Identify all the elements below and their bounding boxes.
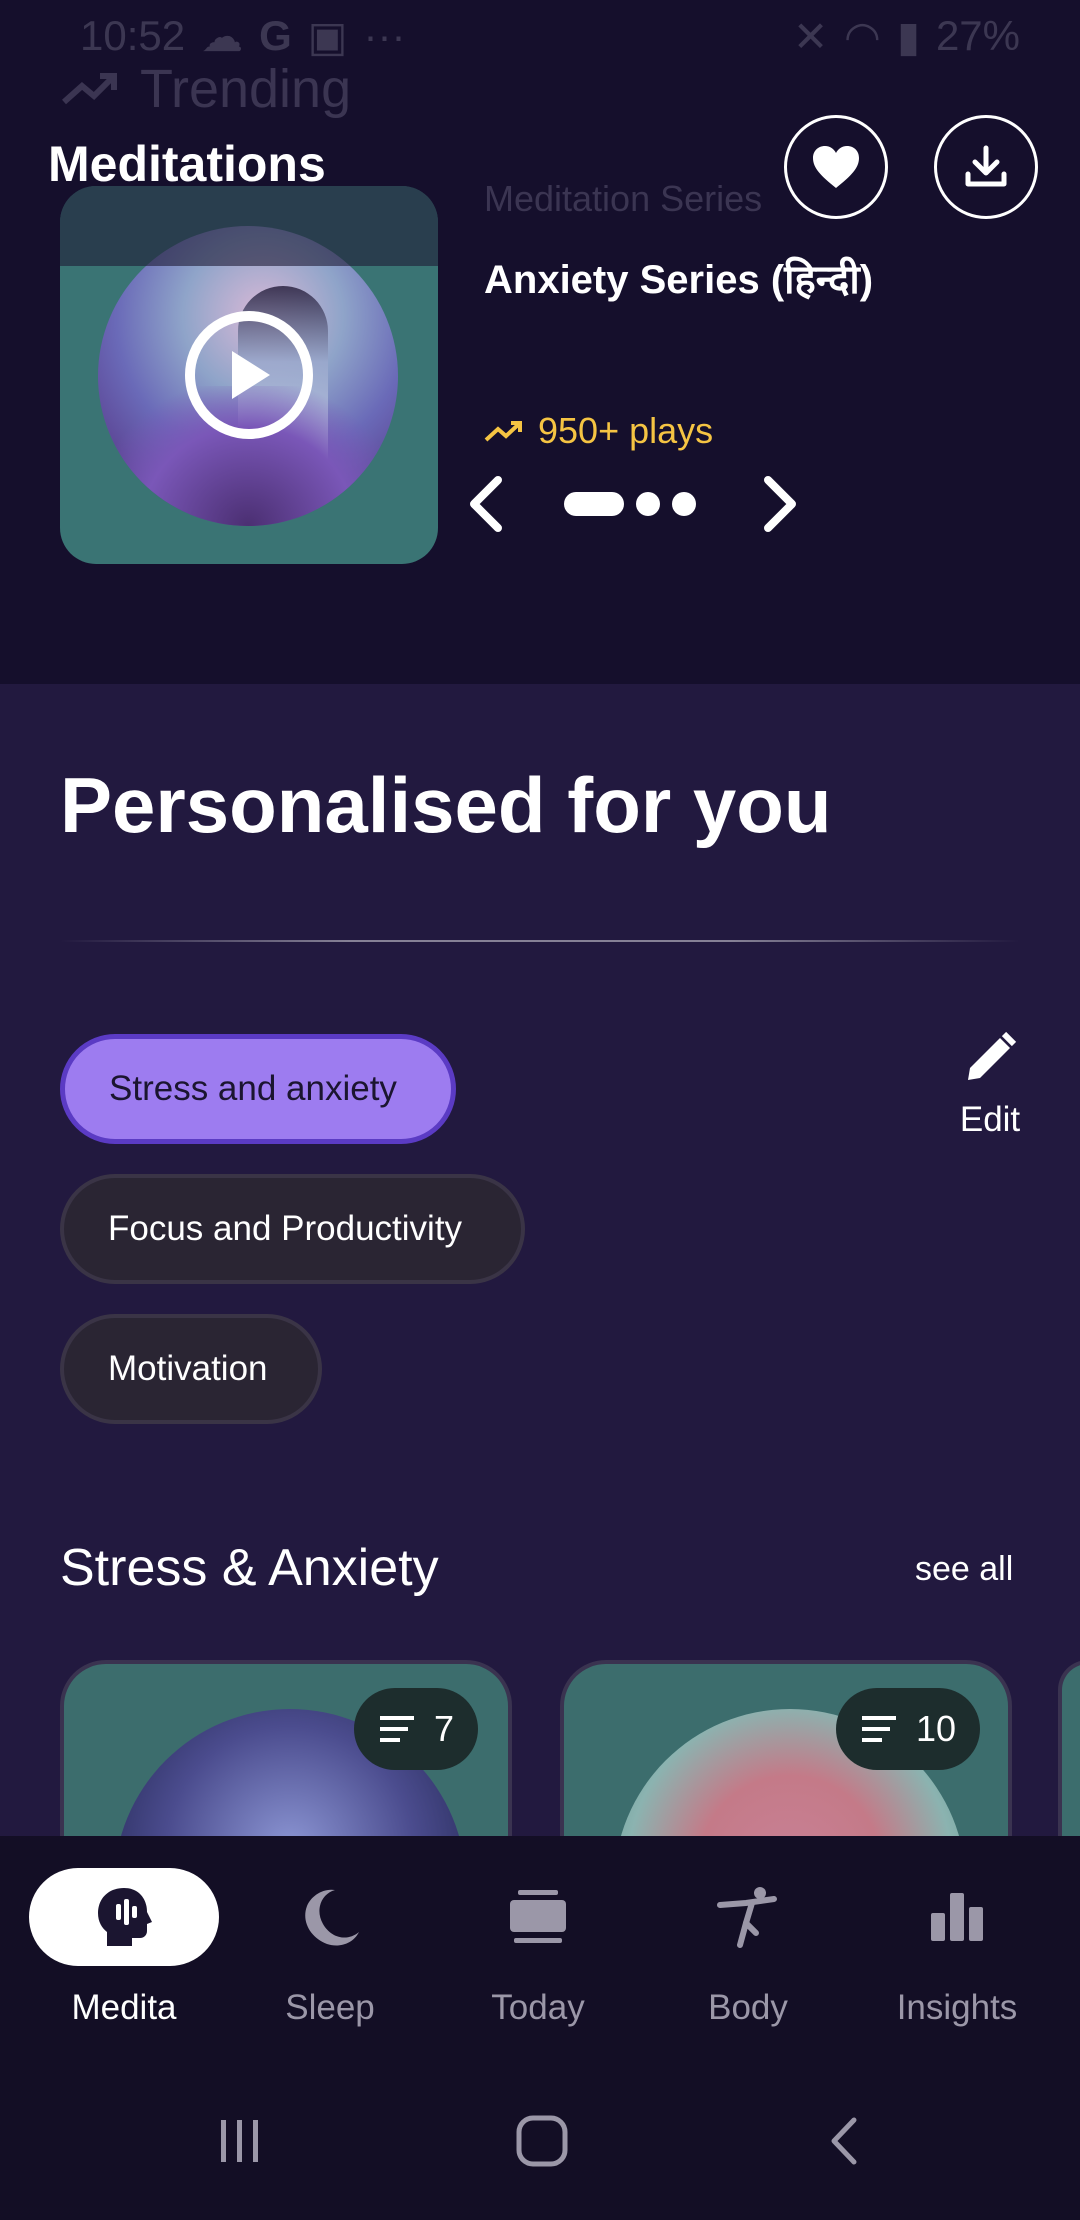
- home-button[interactable]: [502, 2106, 582, 2176]
- chevron-right-icon: [764, 476, 796, 532]
- recents-button[interactable]: [200, 2106, 280, 2176]
- series-title[interactable]: Anxiety Series (हिन्दी): [484, 250, 873, 305]
- see-all-link[interactable]: see all: [915, 1550, 1013, 1589]
- trending-up-icon: [484, 421, 522, 442]
- yoga-pose-icon: [717, 1887, 777, 1948]
- carousel-next-button[interactable]: [750, 474, 806, 534]
- nav-body[interactable]: Body: [648, 1868, 848, 2038]
- plays-count: 950+ plays: [484, 410, 713, 452]
- list-icon: [862, 1716, 896, 1742]
- nav-icon-pill: [29, 1868, 219, 1966]
- play-button[interactable]: [185, 311, 313, 439]
- divider: [60, 940, 1020, 942]
- mute-icon: ✕: [792, 12, 829, 60]
- back-button[interactable]: [804, 2106, 884, 2176]
- nav-sleep[interactable]: Sleep: [230, 1868, 430, 2038]
- stress-anxiety-title: Stress & Anxiety: [60, 1539, 439, 1597]
- meditation-head-icon: [98, 1888, 152, 1946]
- nav-icon-pill: [653, 1868, 843, 1966]
- chip-label: Motivation: [108, 1349, 268, 1388]
- carousel-prev-button[interactable]: [460, 474, 516, 534]
- moon-icon: [305, 1889, 359, 1946]
- nav-icon-pill: [443, 1868, 633, 1966]
- track-count: 10: [916, 1708, 957, 1749]
- chip-focus-and-productivity[interactable]: Focus and Productivity: [60, 1174, 525, 1284]
- cloud-icon: ☁: [201, 12, 244, 60]
- nav-label: Medita: [71, 1988, 177, 2027]
- nav-icon-pill: [862, 1868, 1052, 1966]
- chevron-left-icon: [470, 476, 502, 532]
- edit-button[interactable]: Edit: [940, 1030, 1040, 1160]
- nav-icon-pill: [235, 1868, 425, 1966]
- heart-icon: [813, 146, 859, 188]
- artwork-overlay: [60, 186, 438, 266]
- carousel-dot-active[interactable]: [564, 492, 624, 516]
- list-icon: [380, 1716, 414, 1742]
- track-count: 7: [434, 1708, 455, 1749]
- nav-label: Today: [491, 1988, 585, 2027]
- nav-today[interactable]: Today: [438, 1868, 638, 2038]
- favorites-button[interactable]: [784, 115, 888, 219]
- google-icon: G: [259, 12, 292, 59]
- pencil-icon: [968, 1031, 1017, 1080]
- personalised-title: Personalised for you: [60, 761, 832, 849]
- play-icon: [232, 351, 270, 399]
- battery-level: 27%: [935, 12, 1020, 59]
- home-icon: [516, 2115, 568, 2167]
- recents-icon: [221, 2120, 258, 2162]
- nav-label: Sleep: [285, 1988, 375, 2027]
- stack-icon: [510, 1890, 566, 1943]
- nav-insights[interactable]: Insights: [857, 1868, 1057, 2038]
- nav-label: Insights: [896, 1988, 1018, 2027]
- nav-meditations[interactable]: Medita: [24, 1868, 224, 2038]
- system-nav-bar: [0, 2056, 1080, 2220]
- download-icon: [965, 145, 1007, 187]
- carousel-dot[interactable]: [636, 492, 660, 516]
- chip-label: Focus and Productivity: [108, 1209, 463, 1248]
- back-icon: [831, 2117, 857, 2165]
- carousel-controls: [460, 468, 810, 538]
- more-icon: ···: [363, 12, 406, 59]
- carousel-dot[interactable]: [672, 492, 696, 516]
- bottom-nav: Medita Sleep Today Body Insights: [0, 1836, 1080, 2056]
- chip-label: Stress and anxiety: [109, 1069, 397, 1108]
- teams-icon: ▣: [307, 12, 348, 60]
- track-count-badge: 10: [836, 1688, 981, 1770]
- plays-text: 950+ plays: [538, 410, 714, 451]
- edit-label: Edit: [959, 1100, 1021, 1139]
- series-kicker: Meditation Series: [484, 178, 763, 219]
- page-title: Meditations: [48, 136, 326, 192]
- trending-up-icon: [62, 73, 117, 105]
- downloads-button[interactable]: [934, 115, 1038, 219]
- chip-motivation[interactable]: Motivation: [60, 1314, 322, 1424]
- wifi-icon: ◠: [844, 12, 881, 60]
- status-time: 10:52: [80, 12, 186, 59]
- chip-stress-and-anxiety[interactable]: Stress and anxiety: [60, 1034, 456, 1144]
- signal-icon: ▮: [896, 12, 920, 60]
- track-count-badge: 7: [354, 1688, 479, 1770]
- nav-label: Body: [708, 1988, 788, 2027]
- bar-chart-icon: [931, 1893, 983, 1941]
